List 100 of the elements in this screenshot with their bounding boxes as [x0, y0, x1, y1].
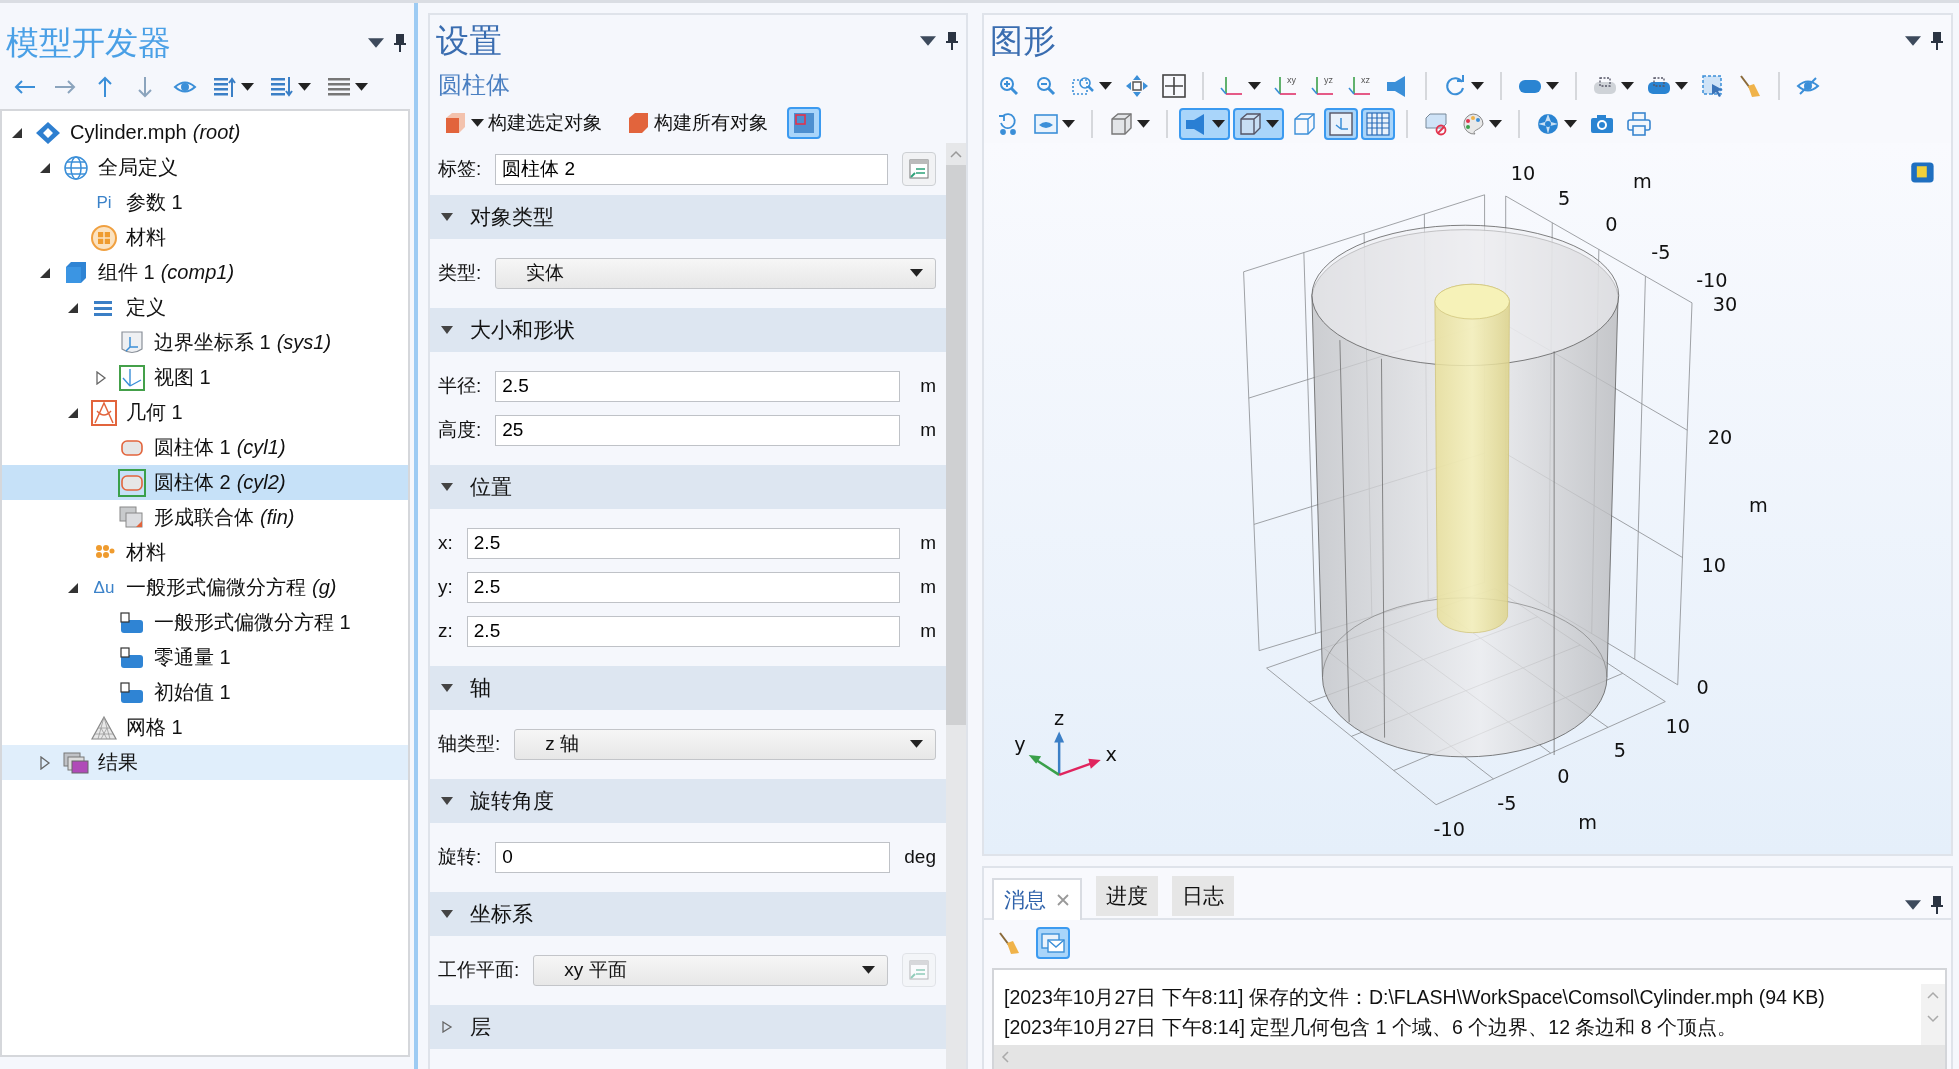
tree-item-label: 几何 1 — [126, 400, 183, 425]
display-icon[interactable] — [1911, 162, 1934, 183]
view-node-icon — [118, 363, 146, 392]
axis-tick-label: 0 — [1605, 213, 1618, 237]
axis-tick-label: 10 — [1665, 715, 1690, 739]
panel-menu-icon[interactable] — [920, 36, 936, 46]
caret-icon — [241, 83, 254, 91]
tree-item[interactable]: Cylinder.mph (root) — [2, 115, 408, 150]
axes-box-icon — [1329, 112, 1353, 136]
tree-item[interactable]: 形成联合体 (fin) — [2, 500, 408, 535]
field-label: 轴类型: — [438, 732, 501, 756]
form-icon — [908, 959, 930, 981]
tree-item-label: 结果 — [98, 750, 138, 775]
box-select-icon — [1701, 74, 1725, 98]
tree-item[interactable]: 零通量 1 — [2, 640, 408, 675]
section-header[interactable]: 层 — [430, 1005, 946, 1049]
dropdown-field[interactable]: 实体 — [495, 257, 936, 289]
caret-icon — [471, 119, 484, 127]
tree-item[interactable]: 一般形式偏微分方程 1 — [2, 605, 408, 640]
toolbar-button[interactable] — [1233, 108, 1284, 140]
cylinder-node-icon — [118, 468, 146, 497]
toolbar-button[interactable]: 构建所有对象 — [621, 107, 773, 139]
section-header[interactable]: 坐标系 — [430, 892, 946, 936]
input-field[interactable]: 25 — [495, 414, 900, 446]
caret-icon — [1546, 82, 1559, 90]
toolbar-button[interactable] — [1179, 108, 1230, 140]
input-field[interactable]: 圆柱体 2 — [495, 153, 888, 185]
axis-tick-label: 0 — [1696, 676, 1709, 700]
tree-item-label: 视图 1 — [154, 365, 211, 390]
input-field[interactable]: 2.5 — [466, 615, 900, 647]
tree-item[interactable]: 材料 — [2, 535, 408, 570]
collapsed-arrow-icon[interactable] — [94, 370, 108, 385]
message-line: [2023年10月27日 下午8:11] 保存的文件：D:\FLASH\WorkSpace\Comsol\Cylinder.mph (94 KB) — [1004, 985, 1826, 1010]
tree-item-label: Cylinder.mph (root) — [70, 121, 241, 144]
close-icon[interactable] — [1056, 893, 1070, 907]
scrollbar[interactable] — [946, 143, 966, 1069]
collapsed-arrow-icon[interactable] — [38, 755, 52, 770]
tree-item[interactable]: 结果 — [2, 745, 408, 780]
tree-item[interactable]: 边界坐标系 1 (sys1) — [2, 325, 408, 360]
pin-icon[interactable] — [1931, 896, 1943, 914]
list-icon — [327, 75, 351, 99]
tree-item[interactable]: 材料 — [2, 220, 408, 255]
input-field[interactable]: 0 — [495, 841, 891, 873]
caret-icon — [862, 966, 875, 974]
tree-item[interactable]: 圆柱体 1 (cyl1) — [2, 430, 408, 465]
section-header[interactable]: 大小和形状 — [430, 308, 946, 352]
section-header[interactable]: 位置 — [430, 465, 946, 509]
section-header[interactable]: 对象类型 — [430, 195, 946, 239]
tree-item[interactable]: 全局定义 — [2, 150, 408, 185]
tree-item[interactable]: 视图 1 — [2, 360, 408, 395]
tree-item-label: 圆柱体 1 (cyl1) — [154, 435, 286, 460]
axis-tick-label: 5 — [1557, 187, 1571, 211]
wire-cube-icon — [1292, 112, 1316, 136]
caret-icon — [1062, 120, 1075, 128]
tree-item[interactable]: Δu 一般形式偏微分方程 (g) — [2, 570, 408, 605]
dropdown-field[interactable]: xy 平面 — [533, 954, 888, 986]
tab[interactable]: 消息 — [992, 878, 1082, 920]
tree-item[interactable]: 几何 1 — [2, 395, 408, 430]
tab[interactable]: 日志 — [1172, 876, 1234, 916]
field-label: 工作平面: — [438, 958, 520, 982]
caret-icon — [1212, 120, 1225, 128]
tab[interactable]: 进度 — [1096, 876, 1158, 916]
input-field[interactable]: 2.5 — [466, 527, 900, 559]
caret-icon — [1248, 82, 1261, 90]
geometry-node-icon — [90, 398, 118, 427]
scrollbar-thumb[interactable] — [946, 165, 966, 725]
input-field[interactable]: 2.5 — [466, 571, 900, 603]
axis-tick-label: -10 — [1433, 817, 1465, 841]
tree-item[interactable]: 圆柱体 2 (cyl2) — [2, 465, 408, 500]
section-title: 轴 — [470, 675, 491, 701]
dropdown-field[interactable]: z 轴 — [514, 728, 936, 760]
zoom-in-icon — [997, 74, 1021, 98]
field-label: x: — [438, 532, 453, 554]
tree-item[interactable]: 定义 — [2, 290, 408, 325]
toolbar-button[interactable]: 构建选定对象 — [438, 107, 607, 139]
globe-node-icon — [62, 153, 90, 182]
field-label: 旋转: — [438, 845, 482, 869]
tree-item[interactable]: Pi 参数 1 — [2, 185, 408, 220]
panel-menu-icon[interactable] — [368, 38, 384, 48]
parameter-icon: Pi — [90, 192, 118, 213]
side-button[interactable] — [902, 152, 936, 186]
input-field[interactable]: 2.5 — [495, 370, 900, 402]
form-icon — [908, 158, 930, 180]
section-header[interactable]: 轴 — [430, 666, 946, 710]
panel-menu-icon[interactable] — [1905, 36, 1921, 46]
pin-icon[interactable] — [1931, 32, 1943, 50]
axis-tick-label: 0 — [1557, 764, 1570, 788]
axis-tick-label: 20 — [1707, 426, 1733, 450]
field-label: 类型: — [438, 261, 482, 285]
pin-icon[interactable] — [394, 34, 406, 52]
pin-icon[interactable] — [946, 32, 958, 50]
horizontal-scrollbar[interactable] — [994, 1045, 1945, 1069]
panel-title: 设置 — [436, 20, 502, 61]
panel-menu-icon[interactable] — [1905, 900, 1921, 910]
window-eye-icon — [1034, 112, 1058, 136]
tree-item[interactable]: 网格 1 — [2, 710, 408, 745]
tree-item[interactable]: 初始值 1 — [2, 675, 408, 710]
tree-item[interactable]: 组件 1 (comp1) — [2, 255, 408, 290]
section-header[interactable]: 旋转角度 — [430, 779, 946, 823]
axis-tick-label: m — [1749, 493, 1768, 517]
